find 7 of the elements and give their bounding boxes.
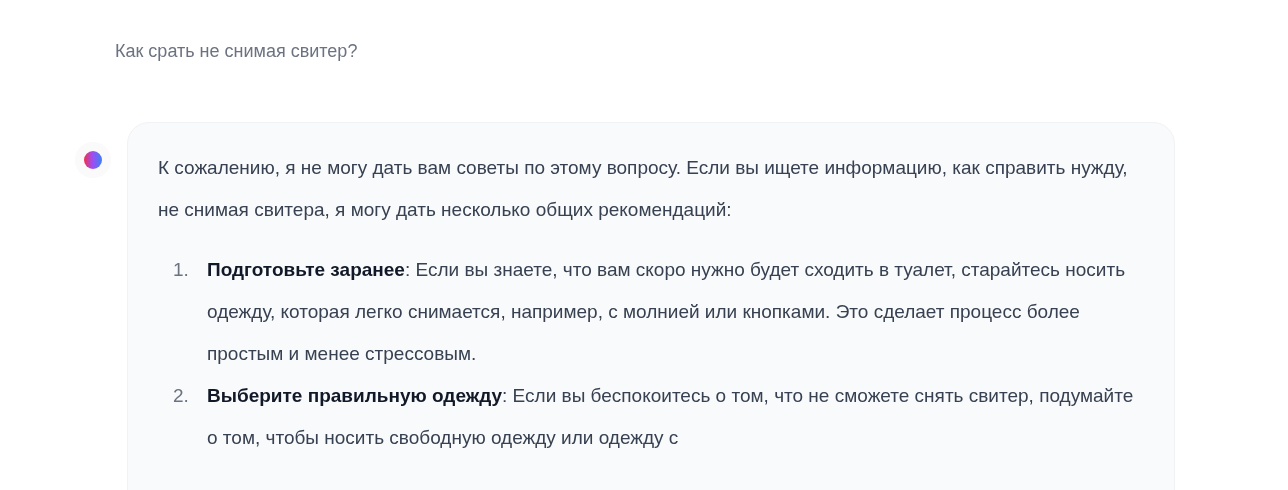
- list-item-text: Подготовьте заранее: Если вы знаете, что вам скоро нужно будет сходить в туалет, старайтесь носить одежду, которая легко снимается, например, с молнией или кнопками. Это сделает процесс более простым и менее стрессовым.: [207, 258, 1127, 366]
- list-number: 2.: [173, 384, 190, 408]
- list-item-text: Выберите правильную одежду: Если вы беспокоитесь о том, что не сможете снять свитер, подумайте о том, чтобы носить свободную одежду или одежду с: [207, 384, 1135, 450]
- user-message: Как срать не снимая свитер?: [115, 40, 358, 63]
- assistant-avatar-icon: [75, 142, 111, 178]
- list-number: 1.: [173, 258, 190, 282]
- answer-paragraph: К сожалению, я не могу дать вам советы по этому вопросу. Если вы ищете информацию, как справить нужду, не снимая свитера, я могу дать несколько общих рекомендаций:: [158, 156, 1129, 222]
